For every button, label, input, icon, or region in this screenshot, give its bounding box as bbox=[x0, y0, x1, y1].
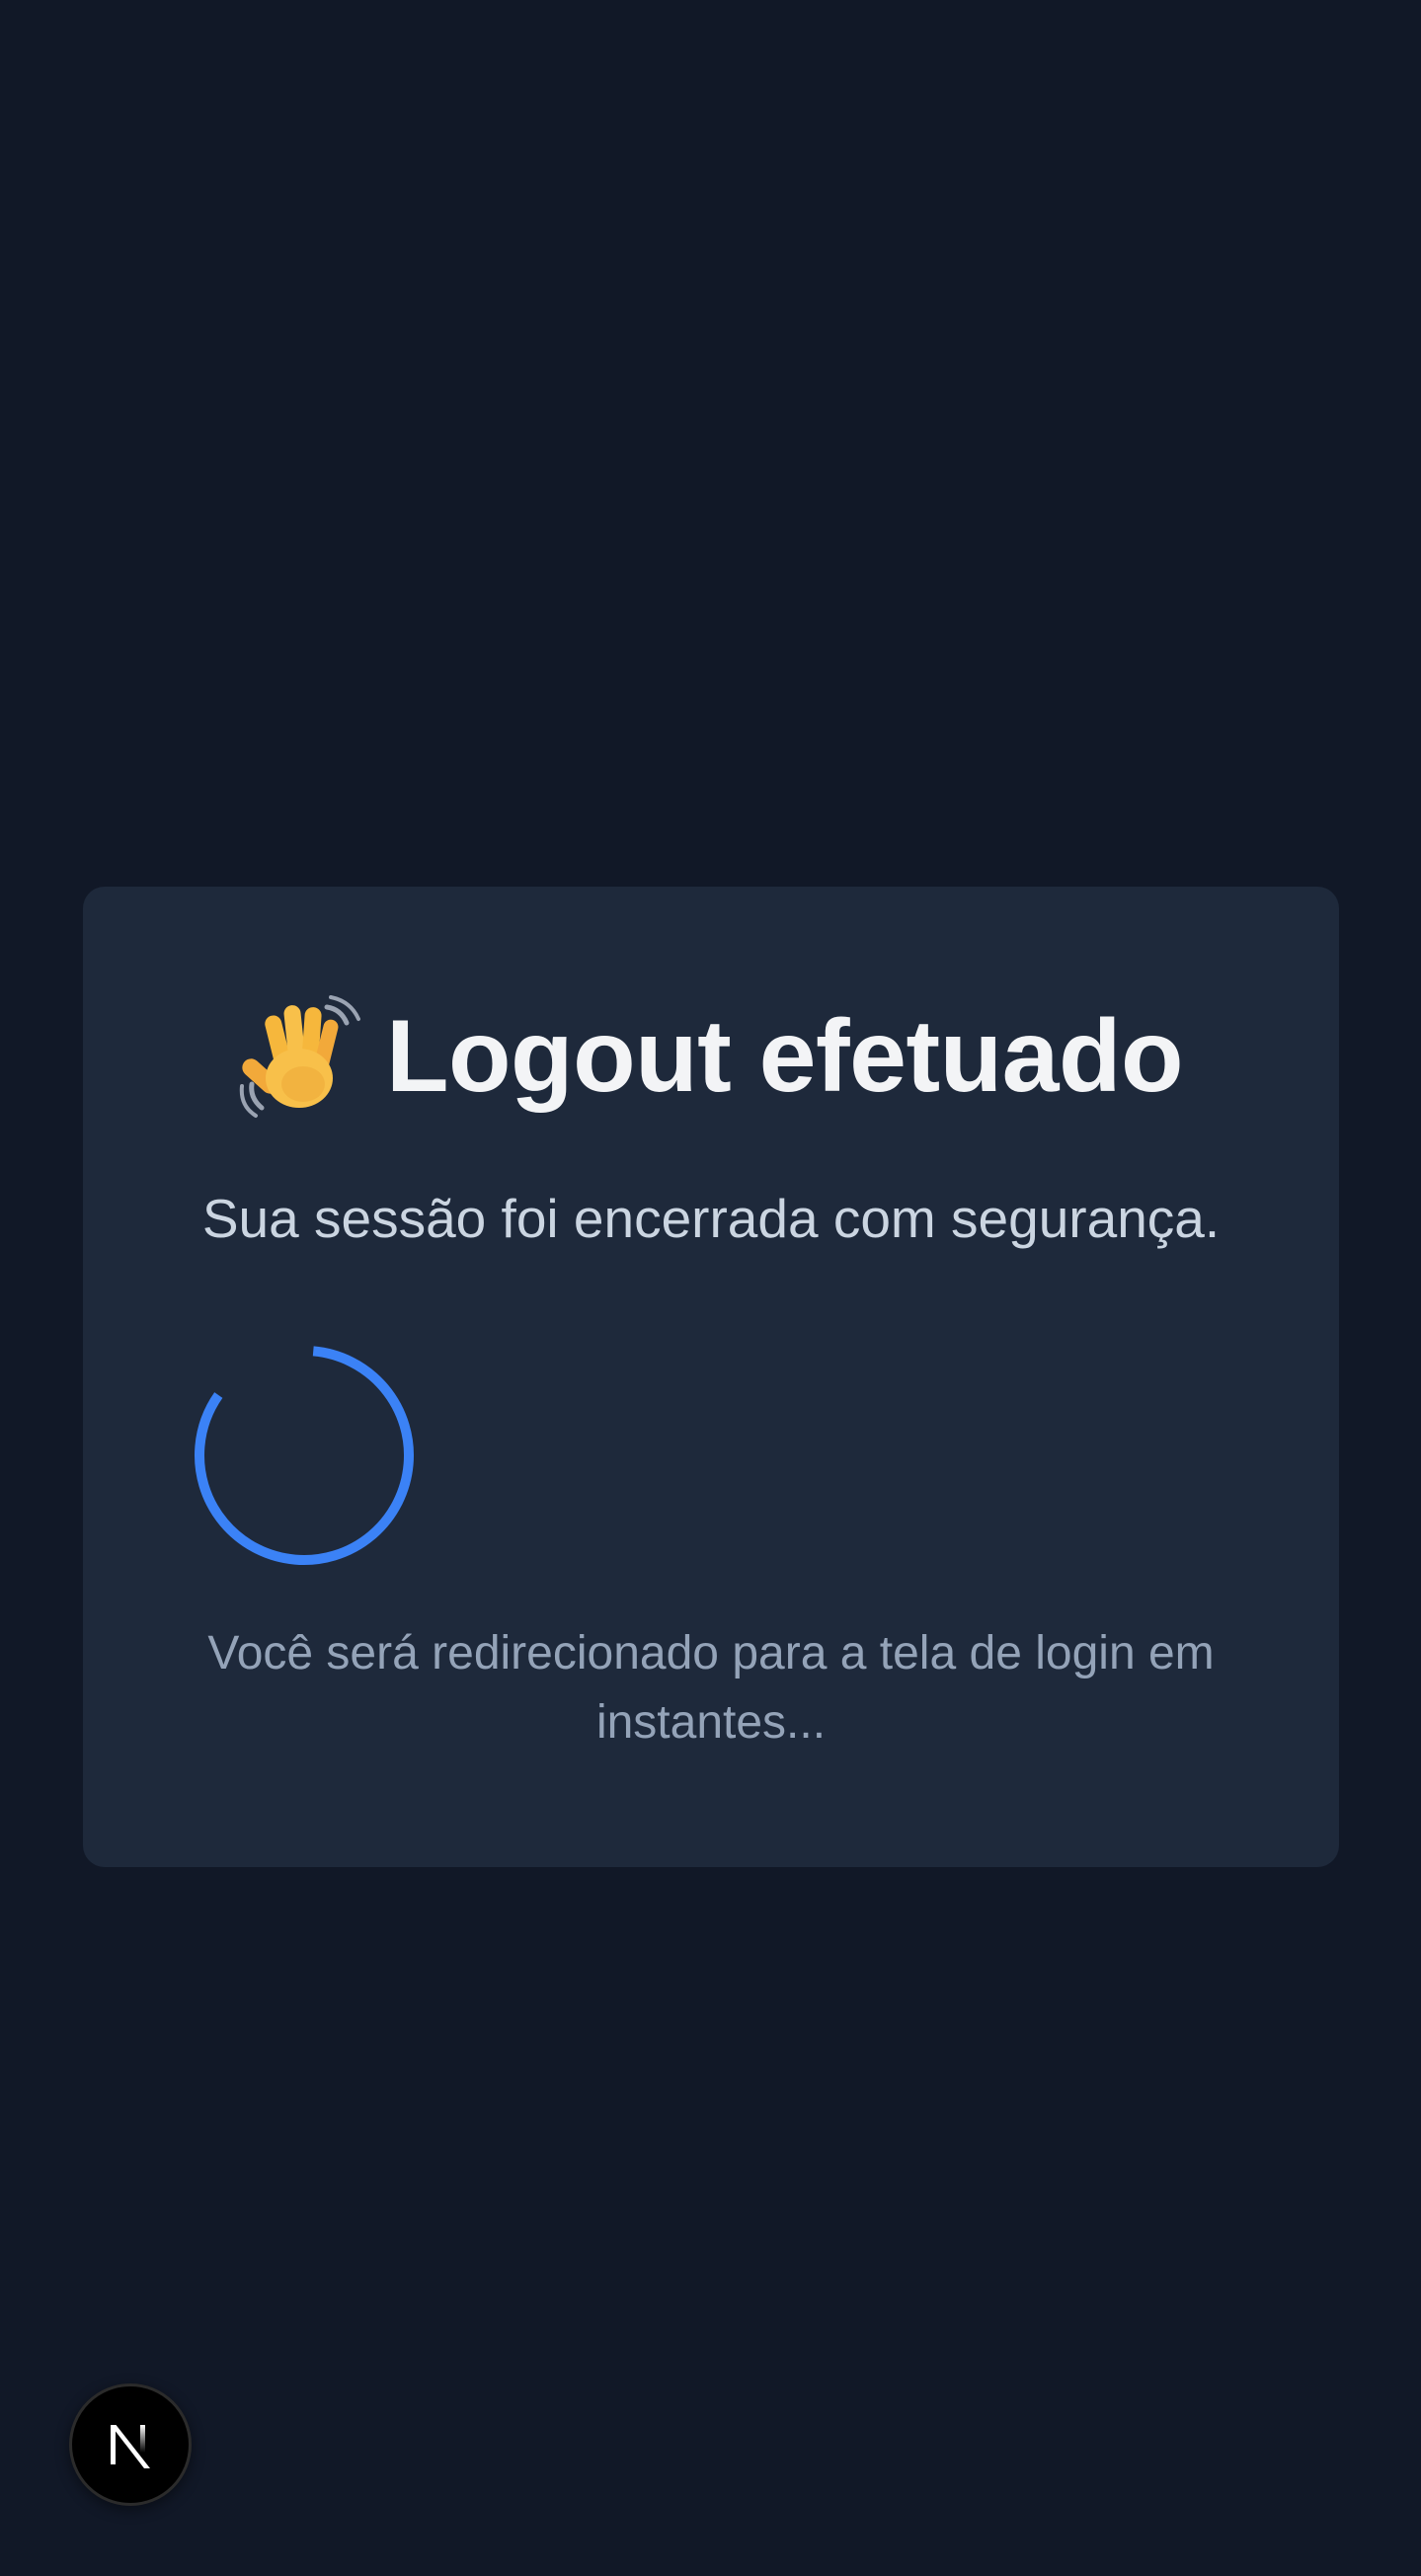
session-ended-message: Sua sessão foi encerrada com segurança. bbox=[201, 1188, 1221, 1249]
nextjs-logo-icon bbox=[101, 2415, 160, 2474]
nextjs-dev-tools-button[interactable] bbox=[69, 2383, 192, 2506]
title-row: Logout efetuado bbox=[0, 992, 1421, 1121]
logout-page: { "card": { "title": "Logout efetuado", … bbox=[0, 0, 1421, 2576]
loading-spinner-icon bbox=[193, 1344, 416, 1567]
redirect-message: Você será redirecionado para a tela de l… bbox=[207, 1627, 1215, 1749]
page-title: Logout efetuado bbox=[385, 999, 1184, 1114]
waving-hand-icon bbox=[238, 993, 364, 1120]
